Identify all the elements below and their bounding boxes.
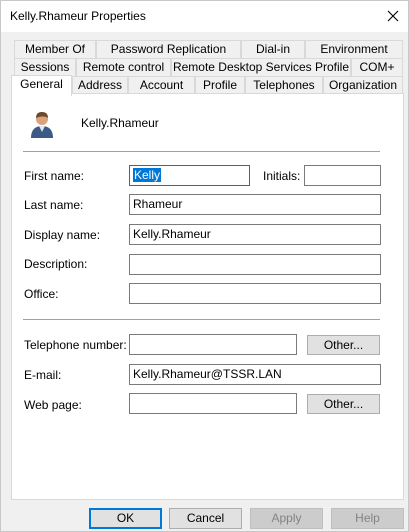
office-field[interactable]: [129, 283, 381, 304]
webpage-other-button[interactable]: Other...: [307, 394, 380, 414]
tab-environment[interactable]: Environment: [305, 40, 403, 59]
help-button[interactable]: Help: [331, 508, 404, 529]
ok-button[interactable]: OK: [89, 508, 162, 529]
tab-general[interactable]: General: [11, 75, 72, 96]
webpage-label: Web page:: [24, 398, 82, 412]
properties-dialog: Kelly.Rhameur Properties Member Of Passw…: [0, 0, 409, 532]
tab-dial-in[interactable]: Dial-in: [241, 40, 305, 59]
separator: [23, 319, 380, 320]
telephone-field[interactable]: [129, 334, 297, 355]
tab-member-of[interactable]: Member Of: [14, 40, 96, 59]
description-label: Description:: [24, 257, 88, 271]
apply-button[interactable]: Apply: [250, 508, 323, 529]
user-display-name: Kelly.Rhameur: [81, 116, 159, 130]
webpage-field[interactable]: [129, 393, 297, 414]
initials-label: Initials:: [263, 169, 301, 183]
cancel-button[interactable]: Cancel: [169, 508, 242, 529]
close-button[interactable]: [378, 1, 408, 31]
first-name-field[interactable]: Kelly: [129, 165, 250, 186]
telephone-other-button[interactable]: Other...: [307, 335, 380, 355]
tab-com-plus[interactable]: COM+: [351, 58, 403, 77]
display-name-field[interactable]: Kelly.Rhameur: [129, 224, 381, 245]
close-icon: [387, 10, 399, 22]
first-name-label: First name:: [24, 169, 85, 183]
display-name-label: Display name:: [24, 228, 101, 242]
last-name-label: Last name:: [24, 198, 84, 212]
tab-remote-control[interactable]: Remote control: [76, 58, 171, 77]
initials-field[interactable]: [304, 165, 381, 186]
office-label: Office:: [24, 287, 59, 301]
telephone-label: Telephone number:: [24, 338, 127, 352]
user-icon: [31, 112, 53, 138]
tab-remote-desktop-services-profile[interactable]: Remote Desktop Services Profile: [171, 58, 351, 77]
email-field[interactable]: Kelly.Rhameur@TSSR.LAN: [129, 364, 381, 385]
separator: [23, 151, 380, 152]
window-title: Kelly.Rhameur Properties: [10, 9, 146, 23]
description-field[interactable]: [129, 254, 381, 275]
title-bar: Kelly.Rhameur Properties: [1, 1, 408, 32]
tab-password-replication[interactable]: Password Replication: [96, 40, 241, 59]
last-name-field[interactable]: Rhameur: [129, 194, 381, 215]
email-label: E-mail:: [24, 368, 62, 382]
first-name-value: Kelly: [133, 168, 162, 182]
